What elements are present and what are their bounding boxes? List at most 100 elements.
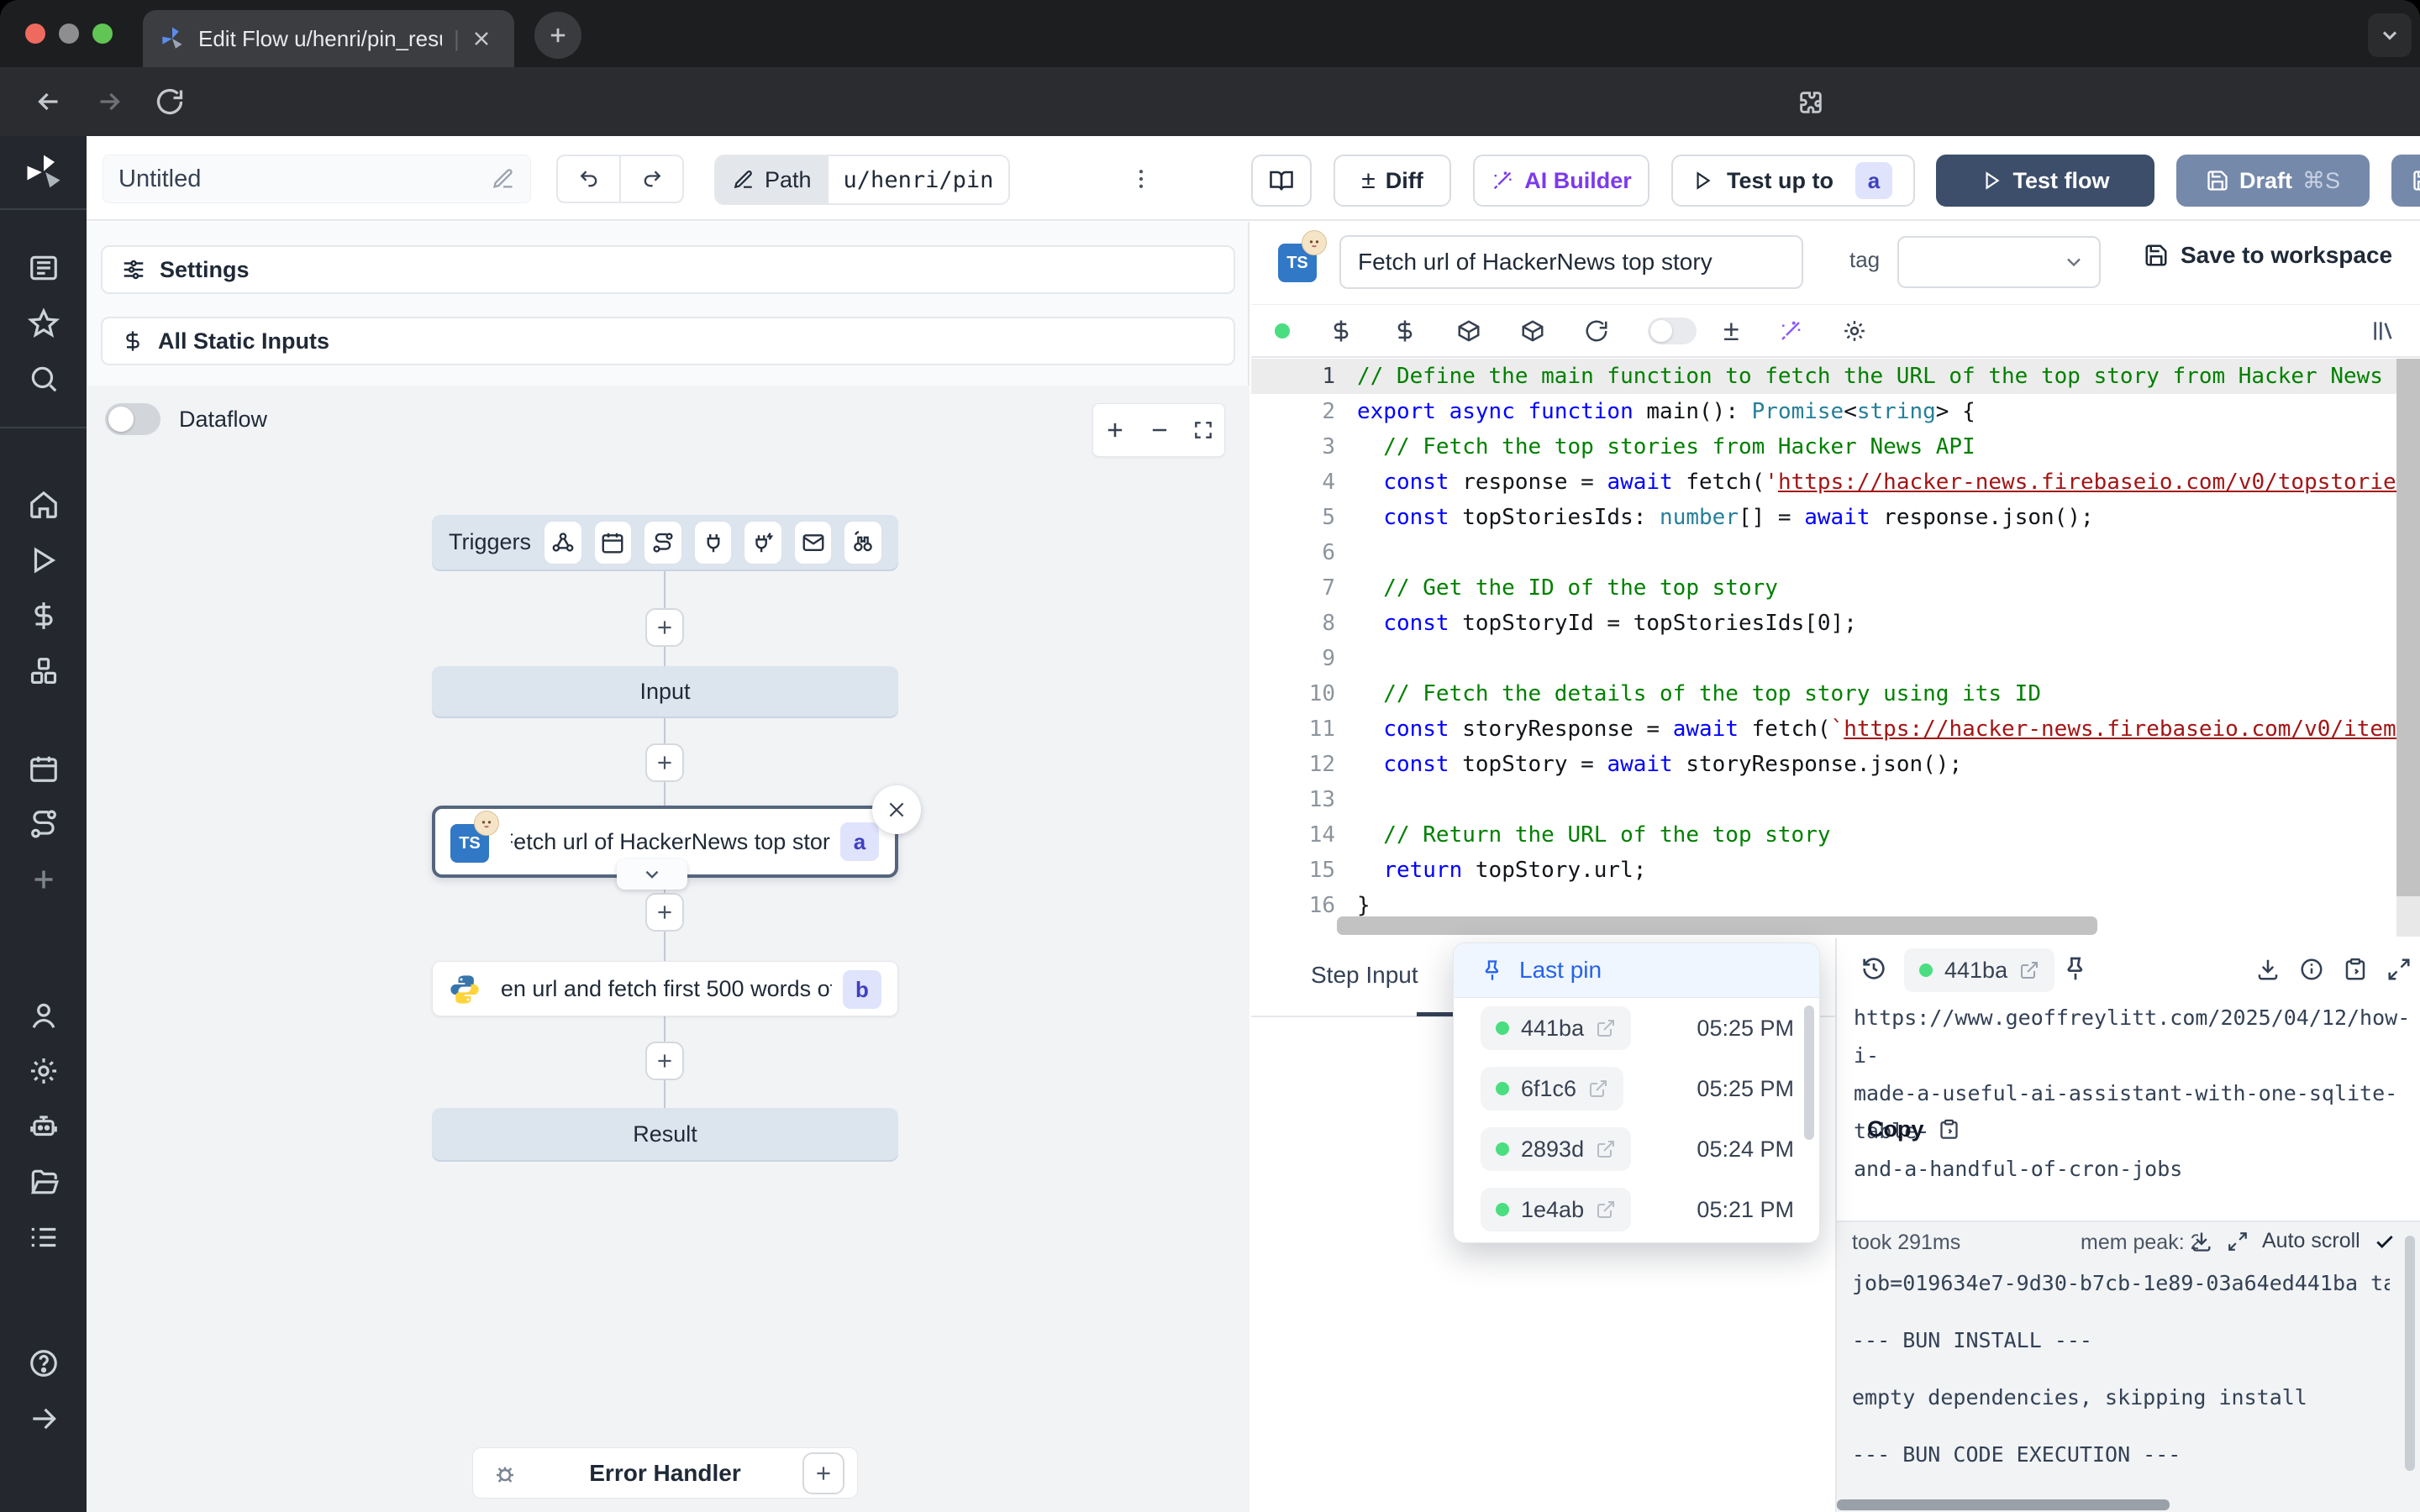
ai-assist-wand-icon[interactable]	[1778, 318, 1803, 344]
library-icon[interactable]	[2370, 318, 2396, 344]
package-icon[interactable]	[1520, 318, 1545, 344]
new-tab-button[interactable]	[534, 12, 581, 59]
redo-button[interactable]	[621, 167, 682, 191]
flow-settings-button[interactable]: Settings	[101, 245, 1235, 294]
test-flow-button[interactable]: Test flow	[1936, 155, 2154, 207]
sidebar-item-favorites[interactable]	[0, 296, 87, 351]
test-up-to-button[interactable]: Test up to a	[1671, 155, 1915, 207]
websocket-trigger-icon[interactable]	[695, 522, 732, 564]
expand-logs-icon[interactable]	[2227, 1231, 2249, 1252]
input-node[interactable]: Input	[432, 666, 898, 717]
sidebar-item-flows[interactable]	[0, 796, 87, 852]
editor-hscrollbar[interactable]	[1337, 916, 2097, 935]
code-line[interactable]: 1// Define the main function to fetch th…	[1251, 359, 2420, 394]
back-icon[interactable]	[34, 87, 64, 117]
code-line[interactable]: 15 return topStory.url;	[1251, 853, 2420, 888]
download-logs-icon[interactable]	[2190, 1230, 2213, 1253]
log-hscrollbar[interactable]	[1837, 1499, 2170, 1510]
sidebar-item-runs[interactable]	[0, 533, 87, 588]
pin-id-chip[interactable]: 6f1c6	[1481, 1067, 1623, 1110]
sidebar-item-workers[interactable]	[0, 1210, 87, 1265]
sidebar-item-apps[interactable]	[0, 240, 87, 296]
webhook-trigger-icon[interactable]	[544, 522, 581, 564]
copy-button[interactable]: Copy	[1867, 1116, 1960, 1142]
code-line[interactable]: 12 const topStory = await storyResponse.…	[1251, 747, 2420, 782]
error-handler-node[interactable]: Error Handler	[472, 1447, 858, 1499]
step-a-node[interactable]: TS Fetch url of HackerNews top story a	[432, 806, 898, 878]
more-options-kebab-icon[interactable]	[1128, 166, 1154, 192]
autoscroll-check-icon[interactable]	[2374, 1231, 2396, 1252]
pin-id-chip[interactable]: 441ba	[1481, 1006, 1631, 1050]
tag-select[interactable]	[1897, 236, 2101, 288]
result-pin-icon[interactable]	[2062, 955, 2089, 982]
variable-picker-icon[interactable]	[1328, 318, 1354, 344]
pin-history-item[interactable]: 6f1c605:25 PM	[1454, 1058, 1819, 1119]
code-line[interactable]: 9	[1251, 641, 2420, 676]
copy-result-clipboard-icon[interactable]	[2343, 957, 2368, 982]
flow-name-field[interactable]: Untitled	[103, 155, 531, 203]
code-editor[interactable]: 1// Define the main function to fetch th…	[1251, 359, 2420, 937]
download-result-icon[interactable]	[2255, 957, 2281, 982]
sidebar-item-folders[interactable]	[0, 1154, 87, 1210]
pin-external-link-icon[interactable]	[1596, 1139, 1616, 1159]
tab-search-chevron-icon[interactable]	[2368, 13, 2412, 57]
pin-external-link-icon[interactable]	[1596, 1018, 1616, 1038]
save-to-workspace-button[interactable]: Save to workspace	[2144, 242, 2392, 269]
dropdown-scrollbar[interactable]	[1804, 1005, 1814, 1140]
deploy-button[interactable]: Deploy	[2391, 155, 2420, 207]
triggers-node[interactable]: Triggers	[432, 515, 898, 570]
fit-view-icon[interactable]	[1192, 419, 1214, 441]
undo-button[interactable]	[558, 156, 621, 202]
diff-mode-icon[interactable]: ±	[1723, 315, 1739, 348]
window-close-button[interactable]	[25, 24, 45, 44]
sidebar-item-add[interactable]	[0, 852, 87, 907]
code-line[interactable]: 4 const response = await fetch('https://…	[1251, 465, 2420, 500]
error-handler-add-button[interactable]	[802, 1452, 844, 1494]
pin-external-link-icon[interactable]	[1588, 1079, 1608, 1099]
editor-toggle[interactable]	[1648, 318, 1697, 344]
windmill-logo[interactable]	[0, 136, 87, 208]
diff-button[interactable]: ± Diff	[1334, 155, 1451, 207]
draft-button[interactable]: Draft ⌘S	[2176, 155, 2370, 207]
sidebar-item-resources[interactable]	[0, 643, 87, 699]
zoom-in-icon[interactable]	[1103, 418, 1127, 442]
insert-step-button-2[interactable]	[645, 743, 684, 782]
history-icon[interactable]	[1860, 955, 1887, 982]
step-a-expand-chevron[interactable]	[617, 859, 687, 890]
browser-tab[interactable]: Edit Flow u/henri/pin_results |	[143, 10, 514, 67]
code-line[interactable]: 8 const topStoryId = topStoriesIds[0];	[1251, 606, 2420, 641]
code-line[interactable]: 7 // Get the ID of the top story	[1251, 570, 2420, 606]
zoom-out-icon[interactable]	[1148, 418, 1171, 442]
reload-deps-icon[interactable]	[1584, 318, 1609, 344]
insert-step-button-1[interactable]	[645, 608, 684, 647]
sidebar-item-account[interactable]	[0, 988, 87, 1043]
email-trigger-icon[interactable]	[795, 522, 832, 564]
test-up-to-step-badge[interactable]: a	[1855, 162, 1892, 199]
all-static-inputs-button[interactable]: All Static Inputs	[101, 317, 1235, 365]
step-a-delete-button[interactable]	[872, 785, 921, 834]
result-node[interactable]: Result	[432, 1108, 898, 1160]
reload-icon[interactable]	[155, 87, 185, 117]
http-route-trigger-icon[interactable]	[644, 522, 681, 564]
sidebar-collapse-icon[interactable]	[0, 1391, 87, 1446]
code-line[interactable]: 6	[1251, 535, 2420, 570]
pin-external-link-icon[interactable]	[1596, 1200, 1616, 1220]
pin-history-item[interactable]: 2893d05:24 PM	[1454, 1119, 1819, 1179]
code-line[interactable]: 13	[1251, 782, 2420, 817]
docs-book-button[interactable]	[1251, 155, 1312, 207]
dataflow-toggle[interactable]	[105, 403, 160, 435]
sidebar-item-schedules[interactable]	[0, 741, 87, 796]
tab-step-input[interactable]: Step Input	[1311, 962, 1418, 989]
step-b-node[interactable]: Open url and fetch first 500 words of ..…	[432, 961, 898, 1016]
sidebar-item-settings[interactable]	[0, 1043, 87, 1099]
code-line[interactable]: 5 const topStoriesIds: number[] = await …	[1251, 500, 2420, 535]
log-vscrollbar[interactable]	[2405, 1236, 2415, 1471]
sidebar-item-home[interactable]	[0, 477, 87, 533]
poll-trigger-icon[interactable]	[844, 522, 881, 564]
result-url[interactable]: https://www.geoffreylitt.com/2025/04/12/…	[1854, 999, 2408, 1188]
step-title-input[interactable]: Fetch url of HackerNews top story	[1339, 235, 1803, 289]
pin-id-chip[interactable]: 2893d	[1481, 1127, 1631, 1171]
open-job-external-icon[interactable]	[2019, 960, 2039, 980]
editor-settings-gear-icon[interactable]	[1842, 318, 1867, 344]
code-line[interactable]: 2export async function main(): Promise<s…	[1251, 394, 2420, 429]
